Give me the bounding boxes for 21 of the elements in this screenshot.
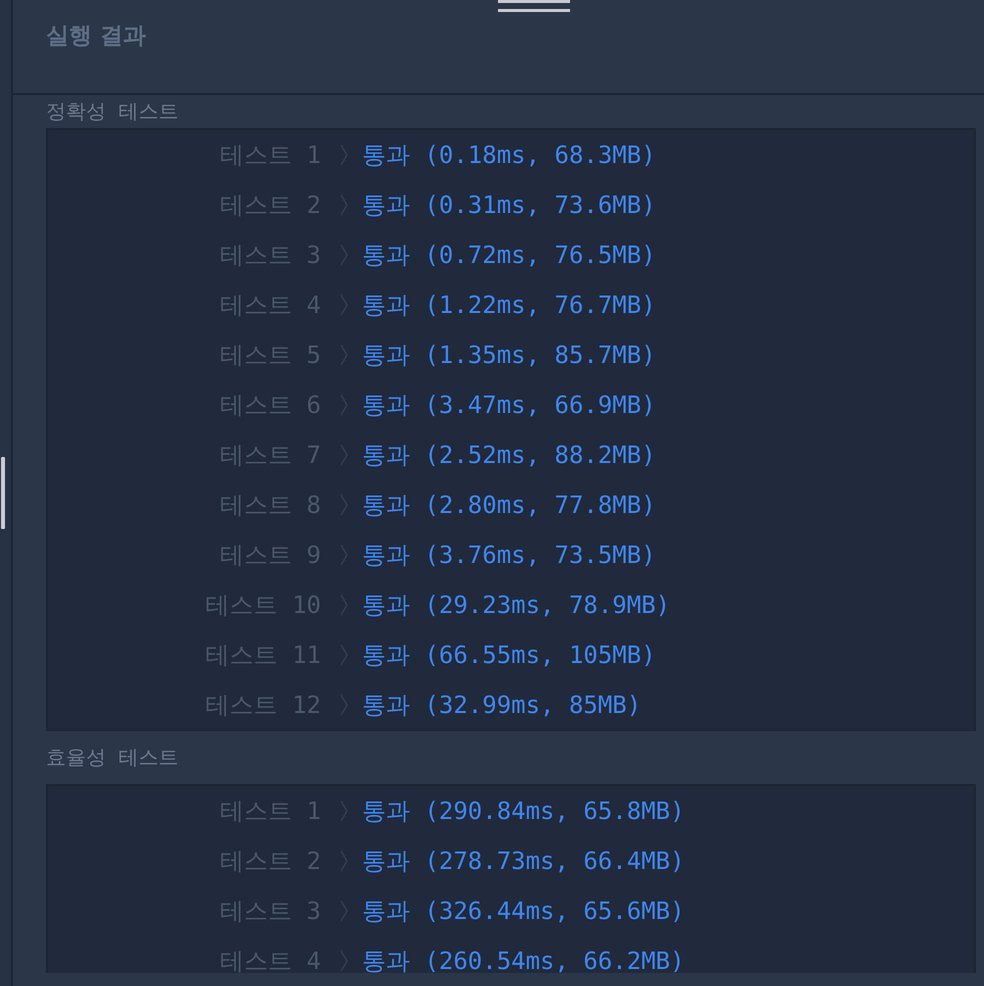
drag-handle-icon[interactable] — [498, 0, 570, 13]
test-result: 통과 (0.18ms, 68.3MB) — [362, 140, 656, 171]
test-result: 통과 (3.47ms, 66.9MB) — [362, 390, 656, 421]
resize-handle[interactable] — [1, 457, 5, 529]
test-result: 통과 (29.23ms, 78.9MB) — [362, 590, 670, 621]
test-result: 통과 (0.31ms, 73.6MB) — [362, 190, 656, 221]
section-title: 정확성 테스트 — [46, 98, 180, 125]
test-result: 통과 (260.54ms, 66.2MB) — [362, 946, 685, 973]
test-result: 통과 (290.84ms, 65.8MB) — [362, 796, 685, 827]
test-result: 통과 (0.72ms, 76.5MB) — [362, 240, 656, 271]
section-title: 효율성 테스트 — [46, 744, 180, 771]
test-result: 통과 (2.80ms, 77.8MB) — [362, 490, 656, 521]
test-result: 통과 (32.99ms, 85MB) — [362, 690, 642, 721]
test-result: 통과 (1.22ms, 76.7MB) — [362, 290, 656, 321]
test-result: 통과 (278.73ms, 66.4MB) — [362, 846, 685, 877]
test-result: 통과 (3.76ms, 73.5MB) — [362, 540, 656, 571]
panel-title: 실행 결과 — [45, 22, 148, 51]
test-result: 통과 (2.52ms, 88.2MB) — [362, 440, 656, 471]
test-result: 통과 (326.44ms, 65.6MB) — [362, 896, 685, 927]
test-result: 통과 (1.35ms, 85.7MB) — [362, 340, 656, 371]
test-result: 통과 (66.55ms, 105MB) — [362, 640, 656, 671]
